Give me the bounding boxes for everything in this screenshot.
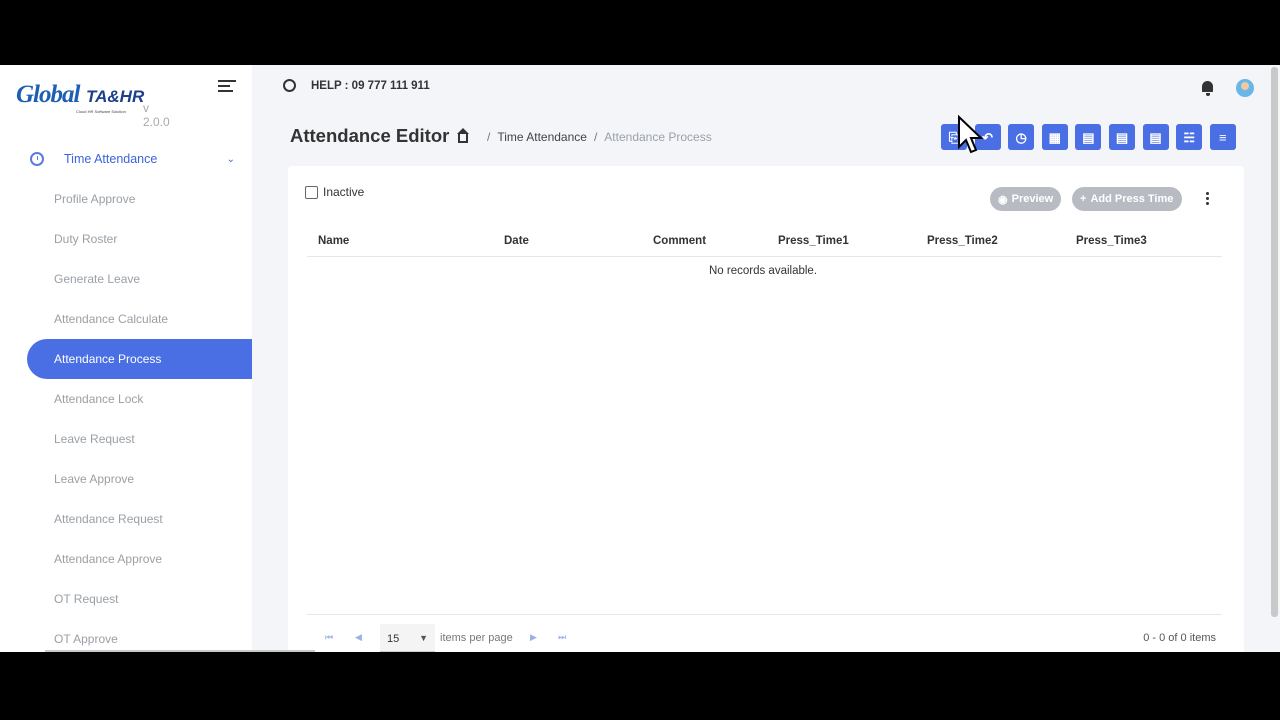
horizontal-scrollbar[interactable] (45, 650, 315, 652)
calculator-button[interactable]: ▦ (1041, 124, 1068, 150)
report-icon: ▤ (1115, 129, 1129, 145)
avatar[interactable] (1236, 79, 1254, 97)
prev-page-icon[interactable]: ◀ (355, 632, 362, 643)
column-press-time2[interactable]: Press_Time2 (927, 235, 998, 247)
home-icon[interactable] (457, 128, 469, 143)
toolbar: ⎘ ↶ ◷ ▦ ▤ ▤ ▤ ☵ ≡ (941, 124, 1243, 150)
sidebar-item-attendance-process[interactable]: Attendance Process (27, 339, 252, 379)
bell-icon[interactable] (1201, 81, 1215, 97)
filter-button[interactable]: ≡ (1209, 124, 1236, 150)
add-press-time-button[interactable]: + Add Press Time (1072, 187, 1182, 211)
logo[interactable]: Global TA&HR Cloud HR Software Solution … (16, 79, 176, 129)
logo-word: Global (16, 81, 80, 108)
sidebar-section-time-attendance[interactable]: Time Attendance ⌄ (30, 149, 235, 169)
dropdown-arrow-icon: ▼ (419, 633, 428, 643)
logo-tagline: Cloud HR Software Solution (76, 109, 126, 114)
sidebar-item-attendance-approve[interactable]: Attendance Approve (0, 539, 252, 579)
report-button[interactable]: ▤ (1108, 124, 1135, 150)
process-button[interactable]: ▤ (1075, 124, 1102, 150)
page-title: Attendance Editor (290, 125, 450, 146)
last-page-icon[interactable]: ⏭ (558, 632, 566, 643)
calculator-icon: ▦ (1048, 129, 1061, 145)
sidebar: Global TA&HR Cloud HR Software Solution … (0, 65, 252, 652)
add-press-time-label: Add Press Time (1090, 193, 1174, 205)
process-icon: ▤ (1082, 129, 1095, 145)
alarm-add-button[interactable]: ◷ (1008, 124, 1035, 150)
breadcrumb: / Time Attendance / Attendance Process (457, 128, 712, 144)
alarm-add-icon: ◷ (1015, 129, 1027, 145)
sidebar-section-label: Time Attendance (64, 152, 158, 166)
hierarchy-button[interactable]: ☵ (1176, 124, 1203, 150)
plus-icon: + (1080, 193, 1087, 205)
checkbox-box[interactable] (305, 185, 318, 199)
transfer-button[interactable]: ▤ (1142, 124, 1169, 150)
logo-suffix: TA&HR (86, 87, 145, 106)
next-page-icon[interactable]: ▶ (530, 632, 537, 643)
attendance-grid-card: Inactive ◉ Preview + Add Press Time Name… (288, 166, 1244, 652)
breadcrumb-current: Attendance Process (604, 130, 712, 144)
column-date[interactable]: Date (504, 235, 529, 247)
sidebar-item-attendance-calculate[interactable]: Attendance Calculate (0, 299, 252, 339)
page-size-select[interactable]: 15 ▼ (380, 624, 435, 652)
sidebar-item-duty-roster[interactable]: Duty Roster (0, 219, 252, 259)
sidebar-item-ot-request[interactable]: OT Request (0, 579, 252, 619)
sidebar-item-ot-approve[interactable]: OT Approve (0, 619, 252, 652)
column-comment[interactable]: Comment (653, 235, 706, 247)
column-press-time3[interactable]: Press_Time3 (1076, 235, 1147, 247)
headset-icon (283, 79, 296, 92)
help-line: HELP : 09 777 111 911 (283, 79, 430, 92)
column-name[interactable]: Name (318, 235, 349, 247)
empty-message: No records available. (708, 265, 818, 277)
sidebar-item-attendance-request[interactable]: Attendance Request (0, 499, 252, 539)
undo-icon: ↶ (982, 129, 994, 145)
chevron-down-icon: ⌄ (226, 153, 235, 165)
table-header: Name Date Comment Press_Time1 Press_Time… (307, 229, 1222, 257)
preview-label: Preview (1011, 193, 1054, 205)
transfer-icon: ▤ (1149, 129, 1162, 145)
page-size-value: 15 (387, 633, 400, 645)
inactive-label: Inactive (323, 185, 365, 199)
sidebar-item-profile-approve[interactable]: Profile Approve (0, 179, 252, 219)
sidebar-item-generate-leave[interactable]: Generate Leave (0, 259, 252, 299)
inactive-checkbox[interactable]: Inactive (305, 185, 364, 199)
sidebar-item-leave-approve[interactable]: Leave Approve (0, 459, 252, 499)
first-page-icon[interactable]: ⏮ (325, 632, 333, 643)
vertical-scrollbar[interactable] (1271, 67, 1278, 617)
clock-icon (30, 152, 44, 166)
items-per-page-label: items per page (440, 632, 513, 644)
items-count: 0 - 0 of 0 items (1143, 632, 1216, 644)
sidebar-item-leave-request[interactable]: Leave Request (0, 419, 252, 459)
hierarchy-icon: ☵ (1183, 129, 1195, 145)
app-window: Global TA&HR Cloud HR Software Solution … (0, 65, 1280, 652)
help-text: HELP : 09 777 111 911 (311, 79, 430, 92)
version-label: v 2.0.0 (143, 101, 170, 129)
sidebar-menu: Profile Approve Duty Roster Generate Lea… (0, 179, 252, 652)
eye-icon: ◉ (998, 193, 1008, 206)
sidebar-item-attendance-lock[interactable]: Attendance Lock (0, 379, 252, 419)
filter-icon: ≡ (1218, 129, 1227, 145)
pager: ⏮ ◀ 15 ▼ items per page ▶ ⏭ 0 - 0 of 0 i… (307, 614, 1222, 652)
breadcrumb-parent[interactable]: Time Attendance (497, 130, 587, 144)
column-press-time1[interactable]: Press_Time1 (778, 235, 849, 247)
menu-toggle-icon[interactable] (218, 80, 236, 94)
preview-button[interactable]: ◉ Preview (990, 187, 1061, 211)
more-options-icon[interactable] (1206, 192, 1210, 207)
